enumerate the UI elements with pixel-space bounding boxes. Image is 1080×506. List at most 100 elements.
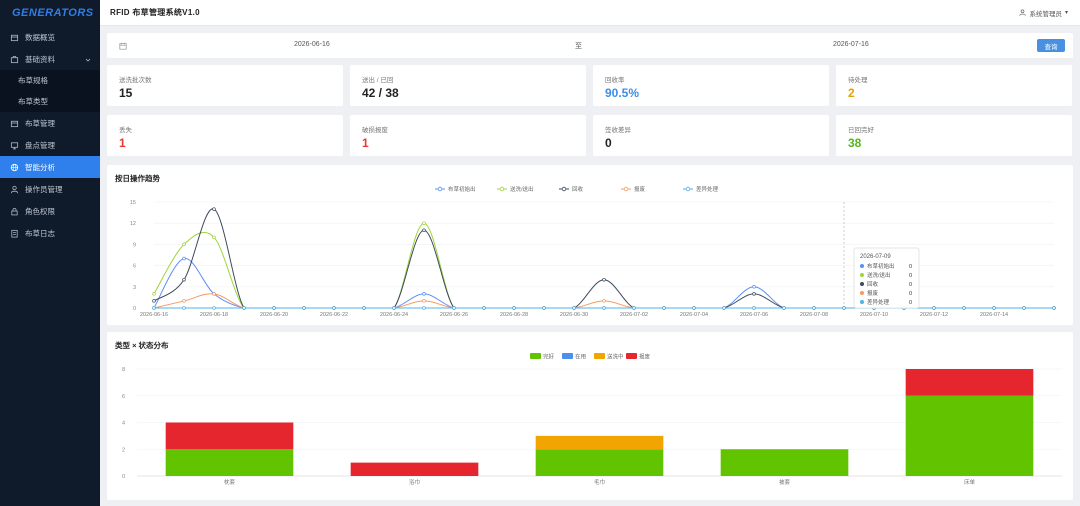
data-point[interactable] — [782, 306, 786, 310]
stat-card: 已回完好 38 — [836, 115, 1072, 156]
sidebar-item-linen-spec[interactable]: 布草规格 — [0, 70, 100, 91]
legend-item[interactable]: 完好 — [530, 353, 555, 361]
data-point[interactable] — [512, 306, 516, 310]
bar-segment[interactable] — [165, 422, 294, 450]
legend-item[interactable]: 送洗中 — [594, 353, 624, 361]
bar-segment[interactable] — [720, 449, 849, 476]
data-point[interactable] — [842, 306, 846, 310]
data-point[interactable] — [752, 292, 756, 296]
end-date-input[interactable]: 2026-07-16 — [833, 41, 869, 48]
legend-label: 在用 — [575, 353, 586, 361]
tooltip-marker — [860, 264, 864, 268]
data-point[interactable] — [212, 235, 216, 240]
y-tick-label: 0 — [133, 306, 136, 312]
data-point[interactable] — [422, 292, 426, 296]
tooltip-value: 0 — [909, 291, 912, 297]
data-point[interactable] — [242, 306, 246, 310]
data-point[interactable] — [572, 306, 576, 310]
stat-card: 待处理 2 — [836, 65, 1072, 106]
sidebar-item-roles[interactable]: 角色权限 — [0, 200, 100, 222]
monitor-icon — [10, 141, 19, 150]
x-tick-label: 2026-07-10 — [860, 312, 888, 318]
data-point[interactable] — [212, 207, 216, 211]
legend-item[interactable]: 布草初始出 — [435, 185, 476, 193]
data-point[interactable] — [602, 277, 606, 282]
data-point[interactable] — [332, 306, 336, 310]
logo[interactable]: GENERATORS — [0, 0, 100, 26]
sidebar-item-logs[interactable]: 布草日志 — [0, 222, 100, 244]
data-point[interactable] — [212, 292, 216, 296]
data-point[interactable] — [182, 299, 186, 303]
data-point[interactable] — [602, 306, 606, 310]
legend-item[interactable]: 报废 — [621, 185, 646, 193]
bar-segment[interactable] — [535, 435, 664, 450]
user-menu[interactable]: 系统管理员 ▾ — [1019, 8, 1068, 18]
data-point[interactable] — [392, 306, 396, 310]
sidebar-item-linen-type[interactable]: 布草类型 — [0, 91, 100, 112]
data-point[interactable] — [602, 299, 606, 303]
top-header: RFID 布草管理系统V1.0 系统管理员 ▾ — [100, 0, 1080, 26]
data-point[interactable] — [1052, 306, 1056, 310]
data-point[interactable] — [182, 256, 186, 261]
bar-segment[interactable] — [165, 449, 294, 476]
sidebar-item-label: 布草管理 — [25, 118, 55, 128]
data-point[interactable] — [722, 306, 726, 310]
bar-segment[interactable] — [905, 369, 1034, 396]
y-tick-label: 9 — [133, 242, 136, 248]
data-point[interactable] — [962, 306, 966, 310]
data-point[interactable] — [362, 306, 366, 310]
legend-item[interactable]: 送洗/送出 — [497, 185, 534, 193]
data-point[interactable] — [692, 306, 696, 310]
sidebar-item-basic-data[interactable]: 基础资料 — [0, 48, 100, 70]
data-point[interactable] — [212, 306, 216, 310]
data-point[interactable] — [932, 306, 936, 310]
data-point[interactable] — [662, 306, 666, 310]
legend-label: 回收 — [572, 185, 584, 193]
sidebar-item-inventory[interactable]: 盘点管理 — [0, 134, 100, 156]
query-button[interactable]: 查询 — [1037, 39, 1065, 52]
sidebar-item-linen-manage[interactable]: 布草管理 — [0, 112, 100, 134]
legend-item[interactable]: 报废 — [626, 353, 651, 361]
start-date-input[interactable]: 2026-06-16 — [294, 41, 330, 48]
bar-segment[interactable] — [905, 395, 1034, 476]
sidebar-item-overview[interactable]: 数据概览 — [0, 26, 100, 48]
data-point[interactable] — [272, 306, 276, 310]
data-point[interactable] — [182, 242, 186, 247]
data-point[interactable] — [452, 306, 456, 310]
stat-label: 送出 / 已回 — [362, 77, 394, 84]
data-point[interactable] — [482, 306, 486, 310]
data-point[interactable] — [422, 228, 426, 233]
data-point[interactable] — [812, 306, 816, 310]
data-point[interactable] — [152, 306, 156, 310]
data-point[interactable] — [752, 285, 756, 289]
data-point[interactable] — [152, 292, 156, 296]
legend-item[interactable]: 差异处理 — [683, 185, 719, 193]
bar-segment[interactable] — [535, 449, 664, 476]
data-point[interactable] — [422, 221, 426, 225]
data-point[interactable] — [422, 299, 426, 303]
main-content: 2026-06-16 至 2026-07-16 查询 送洗批次数 15 送出 / 已… — [100, 26, 1080, 506]
data-point[interactable] — [422, 306, 426, 310]
bar-segment[interactable] — [350, 462, 479, 476]
data-point[interactable] — [542, 306, 546, 310]
data-point[interactable] — [152, 299, 156, 303]
data-point[interactable] — [632, 306, 636, 310]
sidebar-item-label: 盘点管理 — [25, 140, 55, 150]
data-point[interactable] — [752, 306, 756, 310]
sidebar-item-analysis[interactable]: 智能分析 — [0, 156, 100, 178]
data-point[interactable] — [1022, 306, 1026, 310]
data-point[interactable] — [182, 306, 186, 310]
x-tick-label: 2026-06-26 — [440, 312, 468, 318]
calendar-icon — [119, 42, 127, 50]
legend-item[interactable]: 在用 — [562, 353, 586, 361]
legend-item[interactable]: 回收 — [559, 185, 584, 193]
sidebar-item-label: 角色权限 — [25, 206, 55, 216]
x-tick-label: 枕套 — [224, 478, 236, 486]
data-point[interactable] — [992, 306, 996, 310]
sidebar-item-operators[interactable]: 操作员管理 — [0, 178, 100, 200]
sidebar-item-label: 布草规格 — [18, 76, 48, 85]
lock-icon — [10, 207, 19, 216]
data-point[interactable] — [302, 306, 306, 310]
data-point[interactable] — [182, 277, 186, 282]
tooltip-marker — [860, 273, 864, 277]
